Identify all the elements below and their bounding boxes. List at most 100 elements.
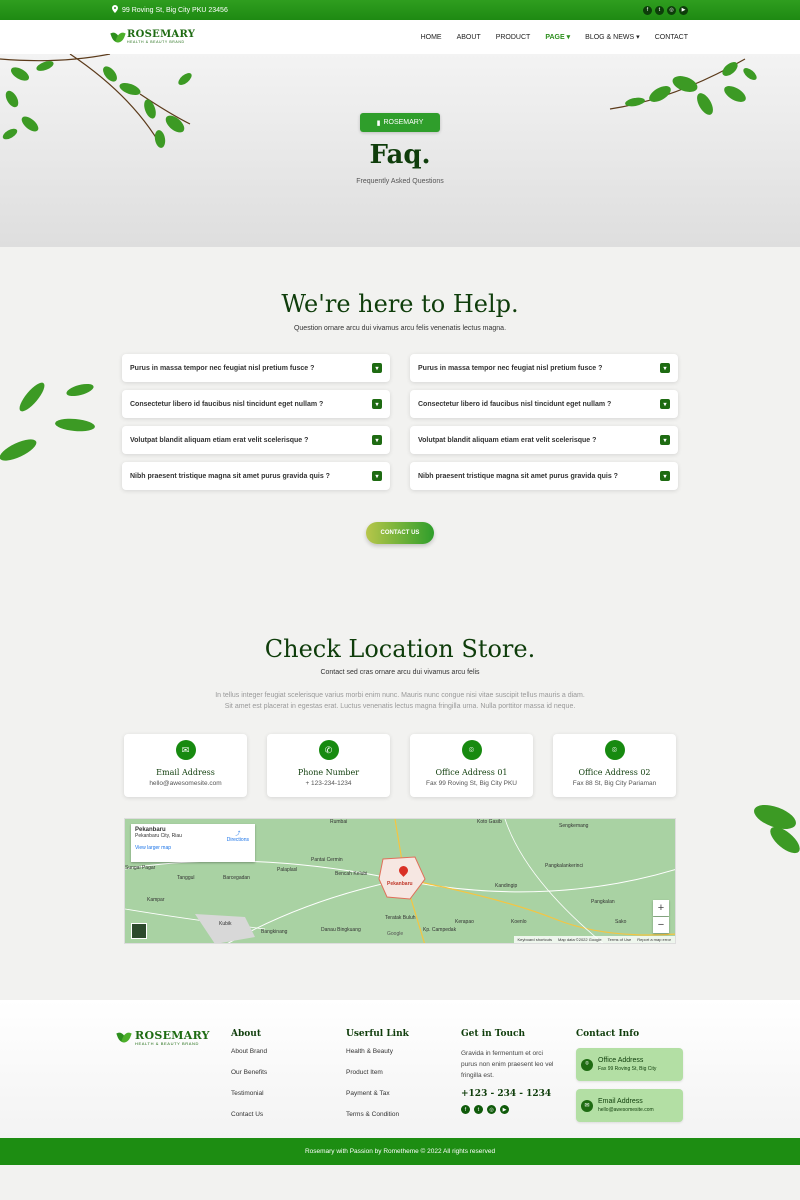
card-title: Office Address 02 <box>578 768 651 777</box>
faq-question: Purus in massa tempor nec feugiat nisl p… <box>418 364 603 372</box>
contact-card-email: ✉ Email Address hello@awesomesite.com <box>124 734 247 797</box>
faq-item[interactable]: Consectetur libero id faucibus nisl tinc… <box>122 390 390 418</box>
nav-item-product[interactable]: PRODUCT <box>496 33 531 41</box>
chevron-down-icon[interactable]: ▾ <box>372 471 382 481</box>
faq-question: Nibh praesent tristique magna sit amet p… <box>418 472 618 480</box>
nav-item-blog-label: BLOG & NEWS <box>585 33 635 41</box>
faq-item[interactable]: Consectetur libero id faucibus nisl tinc… <box>410 390 678 418</box>
faq-item[interactable]: Volutpat blandit aliquam etiam erat veli… <box>122 426 390 454</box>
email-icon: ✉ <box>175 740 196 760</box>
map-label: Danau Bingkuang <box>321 927 361 933</box>
youtube-icon[interactable]: ▶ <box>500 1105 509 1114</box>
location-description: In tellus integer feugiat scelerisque va… <box>190 690 610 712</box>
faq-question: Purus in massa tempor nec feugiat nisl p… <box>130 364 315 372</box>
location-description-line: In tellus integer feugiat scelerisque va… <box>215 692 585 699</box>
contact-us-button[interactable]: CONTACT US <box>366 522 434 544</box>
twitter-icon[interactable]: t <box>655 5 664 15</box>
faq-item[interactable]: Purus in massa tempor nec feugiat nisl p… <box>410 354 678 382</box>
nav-item-contact[interactable]: CONTACT <box>655 33 688 41</box>
zoom-in-button[interactable]: + <box>653 900 669 916</box>
footer-heading: Contact Info <box>576 1029 640 1039</box>
chevron-down-icon[interactable]: ▾ <box>660 471 670 481</box>
twitter-icon[interactable]: t <box>474 1105 483 1114</box>
map-footer-link[interactable]: Keyboard shortcuts <box>518 937 552 942</box>
faq-question: Nibh praesent tristique magna sit amet p… <box>130 472 330 480</box>
instagram-icon[interactable]: ◎ <box>487 1105 496 1114</box>
brand-logo[interactable]: ROSEMARY HEALTH & BEAUTY BRAND <box>112 28 196 45</box>
card-title: Phone Number <box>297 768 360 777</box>
card-value: + 123-234-1234 <box>305 780 352 787</box>
faq-item[interactable]: Purus in massa tempor nec feugiat nisl p… <box>122 354 390 382</box>
map-label: Kampar <box>147 897 165 903</box>
chevron-down-icon[interactable]: ▾ <box>660 363 670 373</box>
footer-touch-text: Gravida in fermentum et orci purus non e… <box>461 1050 554 1079</box>
copyright-bar: Rosemary with Passion by Rometheme © 202… <box>0 1138 800 1165</box>
footer-link[interactable]: Contact Us <box>231 1111 267 1118</box>
location-subtitle: Contact sed cras ornare arcu dui vivamus… <box>320 669 480 676</box>
map-label: Kerapao <box>455 919 474 925</box>
footer-link[interactable]: Our Benefits <box>231 1069 267 1076</box>
page-subtitle: Frequently Asked Questions <box>356 178 444 185</box>
view-larger-map-link[interactable]: View larger map <box>135 845 251 851</box>
card-value: Fax 88 St, Big City Pariaman <box>572 780 657 787</box>
location-pin-icon: ⌾ <box>581 1058 593 1071</box>
leaf-logo-icon <box>112 31 124 43</box>
card-value: hello@awesomesite.com <box>149 780 222 787</box>
caret-down-icon: ▾ <box>566 34 571 41</box>
footer-link[interactable]: About Brand <box>231 1048 267 1055</box>
store-map[interactable]: Rumbai Koto Gasib Sengkemang Pantai Cerm… <box>124 818 676 944</box>
nav-item-blog[interactable]: BLOG & NEWS ▾ <box>585 33 640 42</box>
chevron-down-icon[interactable]: ▾ <box>372 399 382 409</box>
facebook-icon[interactable]: f <box>461 1105 470 1114</box>
nav-item-about[interactable]: ABOUT <box>457 33 481 41</box>
brand-tagline: HEALTH & BEAUTY BRAND <box>135 1041 200 1046</box>
card-value: Fax 99 Roving St, Big City PKU <box>425 780 518 787</box>
footer-link[interactable]: Testimonial <box>231 1090 267 1097</box>
caret-down-icon: ▾ <box>636 34 640 41</box>
location-title: Check Location Store. <box>264 635 536 663</box>
chevron-down-icon[interactable]: ▾ <box>372 363 382 373</box>
map-footer-link[interactable]: Report a map error <box>637 937 671 942</box>
nav-item-page-label: PAGE <box>545 33 565 41</box>
location-pin-icon <box>112 5 118 15</box>
footer-link[interactable]: Product Item <box>346 1069 409 1076</box>
footer-get-in-touch: Get in Touch Gravida in fermentum et orc… <box>461 1029 561 1114</box>
footer-heading: Userful Link <box>346 1029 409 1039</box>
nav-item-home[interactable]: HOME <box>421 33 442 41</box>
contact-info-value: Fax 99 Roving St, Big City <box>598 1066 657 1072</box>
map-footer-link[interactable]: Terms of Use <box>608 937 632 942</box>
top-bar: 99 Roving St, Big City PKU 23456 f t ◎ ▶ <box>0 0 800 20</box>
map-label: Kandingip <box>495 883 518 889</box>
main-nav: ROSEMARY HEALTH & BEAUTY BRAND HOME ABOU… <box>0 20 800 54</box>
facebook-icon[interactable]: f <box>643 5 652 15</box>
map-label: Palaplasl <box>277 867 298 873</box>
chevron-down-icon[interactable]: ▾ <box>660 435 670 445</box>
map-label: Kubik <box>219 921 232 927</box>
leaves-decoration-icon <box>754 804 800 854</box>
topbar-social: f t ◎ ▶ <box>643 5 688 15</box>
footer-phone[interactable]: +123 - 234 - 1234 <box>461 1089 561 1099</box>
footer-link[interactable]: Terms & Condition <box>346 1111 409 1118</box>
faq-item[interactable]: Nibh praesent tristique magna sit amet p… <box>122 462 390 490</box>
footer-link[interactable]: Payment & Tax <box>346 1090 409 1097</box>
satellite-toggle[interactable] <box>131 923 147 939</box>
instagram-icon[interactable]: ◎ <box>667 5 676 15</box>
faq-item[interactable]: Volutpat blandit aliquam etiam erat veli… <box>410 426 678 454</box>
faq-item[interactable]: Nibh praesent tristique magna sit amet p… <box>410 462 678 490</box>
brand-name: ROSEMARY <box>127 28 196 40</box>
map-label: Sungai Pagar <box>125 865 156 871</box>
youtube-icon[interactable]: ▶ <box>679 5 688 15</box>
brand-tagline: HEALTH & BEAUTY BRAND <box>127 39 185 44</box>
nav-item-page[interactable]: PAGE ▾ <box>545 33 571 42</box>
footer-contact-info: Contact Info ⌾ Office Address Fax 99 Rovi… <box>576 1029 683 1130</box>
zoom-out-button[interactable]: − <box>653 917 669 933</box>
bookmark-icon: ▮ <box>376 119 381 127</box>
directions-button[interactable]: ⤴ Directions <box>227 830 249 843</box>
google-logo: Google <box>387 931 404 937</box>
faq-question: Volutpat blandit aliquam etiam erat veli… <box>418 436 597 444</box>
chevron-down-icon[interactable]: ▾ <box>372 435 382 445</box>
chevron-down-icon[interactable]: ▾ <box>660 399 670 409</box>
footer-logo[interactable]: ROSEMARY HEALTH & BEAUTY BRAND <box>118 1030 210 1046</box>
card-title: Office Address 01 <box>435 768 508 777</box>
footer-link[interactable]: Health & Beauty <box>346 1048 409 1055</box>
